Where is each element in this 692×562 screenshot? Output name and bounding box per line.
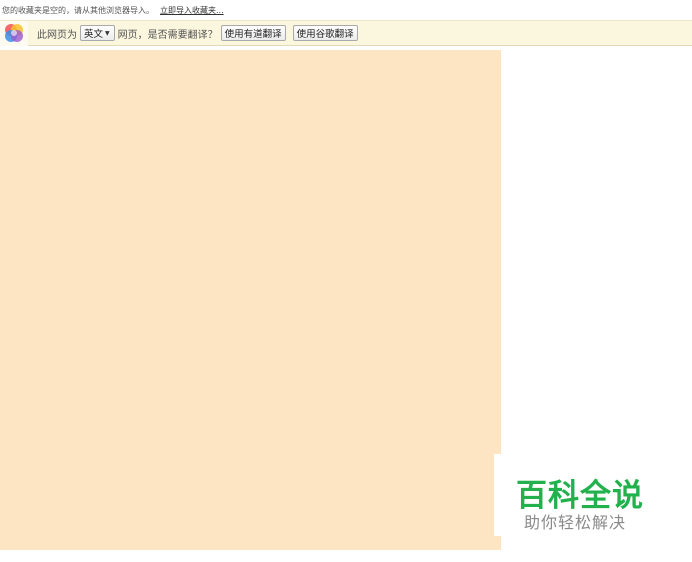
import-bookmarks-link[interactable]: 立即导入收藏夹... xyxy=(160,5,224,16)
language-select-value: 英文 xyxy=(84,29,104,40)
translate-suffix-text: 网页，是否需要翻译？ xyxy=(117,29,218,41)
browser-page: 您的收藏夹是空的，请从其他浏览器导入。 立即导入收藏夹... 此网页为 英文 ▼… xyxy=(0,0,692,562)
youdao-translate-button[interactable]: 使用有道翻译 xyxy=(220,25,286,41)
translate-infobar: 此网页为 英文 ▼ 网页，是否需要翻译？ 使用有道翻译 使用谷歌翻译 xyxy=(0,20,692,46)
translate-prefix-text: 此网页为 xyxy=(37,29,77,41)
browser-logo-icon xyxy=(0,20,28,46)
chevron-down-icon: ▼ xyxy=(105,29,110,37)
bookmarks-bar: 您的收藏夹是空的，请从其他浏览器导入。 立即导入收藏夹... xyxy=(0,0,692,20)
language-select[interactable]: 英文 ▼ xyxy=(80,25,115,41)
bookmarks-empty-message: 您的收藏夹是空的，请从其他浏览器导入。 xyxy=(2,5,154,15)
watermark-subtitle: 助你轻松解决 xyxy=(524,513,627,532)
page-content-panel xyxy=(0,50,501,550)
watermark: 百科全说 助你轻松解决 xyxy=(494,454,668,536)
google-translate-button[interactable]: 使用谷歌翻译 xyxy=(292,25,358,41)
